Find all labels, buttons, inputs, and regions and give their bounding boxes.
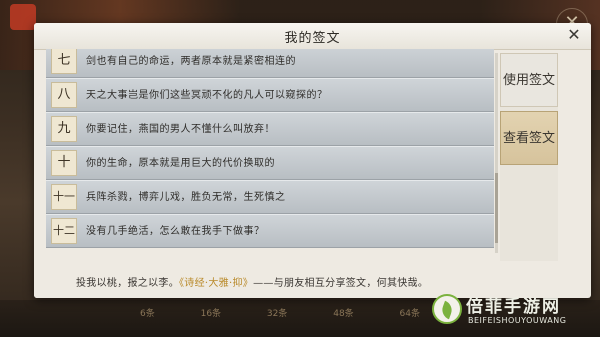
fortune-list: 七 剑也有自己的命运，两者原本就是紧密相连的 八 天之大事岂是你们这些冥顽不化的… xyxy=(46,49,494,275)
fortune-text: 天之大事岂是你们这些冥顽不化的凡人可以窥探的？ xyxy=(86,90,328,101)
share-hint-text: 投我以桃，报之以李。《诗经·大雅·抑》——与朋友相互分享签文，何其快哉。 xyxy=(76,274,428,289)
share-hint-quote: 《诗经·大雅·抑》 xyxy=(179,278,254,289)
fortune-row[interactable]: 七 剑也有自己的命运，两者原本就是紧密相连的 xyxy=(46,49,494,78)
count-label: 64条 xyxy=(399,309,420,319)
fortune-row[interactable]: 九 你要记住，燕国的男人不懂什么叫放弃！ xyxy=(46,112,494,146)
leaf-logo-icon xyxy=(432,294,462,324)
fortune-row[interactable]: 十二 没有几手绝活，怎么敢在我手下做事？ xyxy=(46,214,494,248)
share-hint-prefix: 投我以桃，报之以李。 xyxy=(76,278,179,289)
fortune-number-badge: 九 xyxy=(51,116,77,142)
count-label: 16条 xyxy=(200,309,222,319)
fortune-number-badge: 十二 xyxy=(51,218,77,244)
fortune-number-badge: 十 xyxy=(51,150,77,176)
fortune-number-badge: 八 xyxy=(51,82,77,108)
fortune-number-badge: 七 xyxy=(51,49,77,74)
fortune-text: 你的生命，原本就是用巨大的代价换取的 xyxy=(86,158,275,169)
my-fortune-dialog: 我的签文 ✕ 七 剑也有自己的命运，两者原本就是紧密相连的 八 天之大事岂是你们… xyxy=(34,23,591,298)
fortune-row[interactable]: 八 天之大事岂是你们这些冥顽不化的凡人可以窥探的？ xyxy=(46,78,494,112)
fortune-text: 你要记住，燕国的男人不懂什么叫放弃！ xyxy=(86,124,275,135)
count-label: 32条 xyxy=(266,309,288,319)
site-watermark: 倍菲手游网 BEIFEISHOUYOUWANG xyxy=(432,292,592,334)
fortune-number-badge: 十一 xyxy=(51,184,77,210)
watermark-name: 倍菲手游网 xyxy=(466,297,561,317)
use-fortune-tab[interactable]: 使用签文 xyxy=(500,53,558,107)
fortune-row[interactable]: 十 你的生命，原本就是用巨大的代价换取的 xyxy=(46,146,494,180)
fortune-text: 兵阵杀戮，博弈儿戏，胜负无常，生死慎之 xyxy=(86,192,286,203)
game-logo xyxy=(10,4,36,30)
view-fortune-tab[interactable]: 查看签文 xyxy=(500,111,558,165)
scrollbar-thumb[interactable] xyxy=(495,173,498,243)
count-label: 48条 xyxy=(333,309,354,319)
fortune-text: 没有几手绝活，怎么敢在我手下做事？ xyxy=(86,226,265,237)
share-hint-suffix: ——与朋友相互分享签文，何其快哉。 xyxy=(253,278,429,289)
fortune-row[interactable]: 十一 兵阵杀戮，博弈儿戏，胜负无常，生死慎之 xyxy=(46,180,494,214)
close-icon[interactable]: ✕ xyxy=(565,26,583,44)
watermark-subtitle: BEIFEISHOUYOUWANG xyxy=(468,316,567,325)
fortune-text: 剑也有自己的命运，两者原本就是紧密相连的 xyxy=(86,56,296,67)
dialog-title: 我的签文 xyxy=(284,31,341,46)
count-label: 6条 xyxy=(140,309,155,319)
side-tab-panel: 使用签文 查看签文 xyxy=(500,53,558,261)
background-count-list: 6条 16条 32条 48条 64条 xyxy=(140,306,420,319)
dialog-header: 我的签文 ✕ xyxy=(34,23,591,50)
list-scrollbar[interactable] xyxy=(495,53,498,253)
